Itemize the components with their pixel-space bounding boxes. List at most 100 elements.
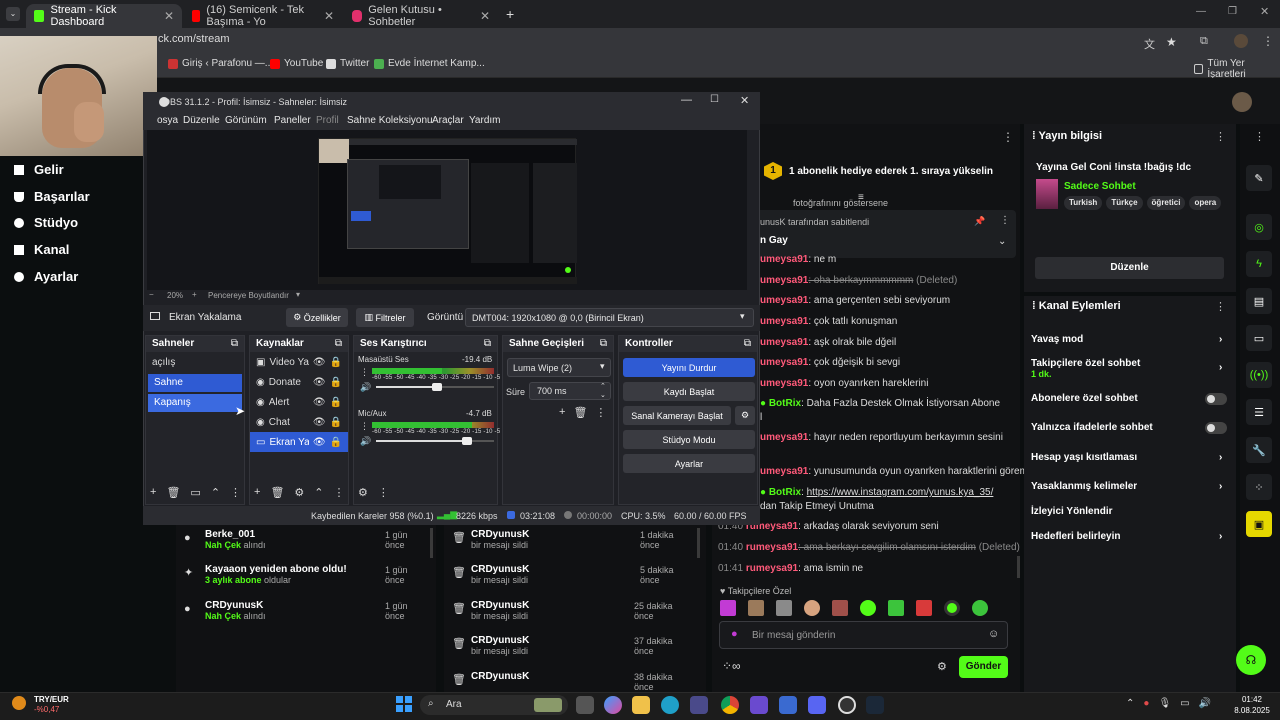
close-window-icon[interactable]: ✕ xyxy=(1260,5,1269,18)
file-explorer-icon[interactable] xyxy=(632,696,650,714)
settings-button[interactable]: Ayarlar xyxy=(623,454,755,473)
display-select[interactable]: DMT004: 1920x1080 @ 0,0 (Birincil Ekran)… xyxy=(465,308,754,327)
visibility-eye-icon[interactable]: 👁 xyxy=(313,397,326,408)
visibility-eye-icon[interactable]: 👁 xyxy=(313,357,326,368)
lock-icon[interactable]: 🔒 xyxy=(330,417,342,428)
windows-start-icon[interactable] xyxy=(396,696,412,712)
action-account-age[interactable]: Hesap yaşı kısıtlaması › xyxy=(1031,452,1227,463)
activity-scrollbar[interactable] xyxy=(430,528,433,558)
store-icon[interactable] xyxy=(690,696,708,714)
target-icon[interactable]: ◎ xyxy=(1246,214,1272,240)
menu-tools[interactable]: Araçlar xyxy=(432,115,464,126)
clipboard-icon[interactable]: ▤ xyxy=(1246,288,1272,314)
chat-scrollbar[interactable] xyxy=(1017,556,1020,578)
bookmark-star-icon[interactable]: ★ xyxy=(1166,35,1177,49)
app-blue-icon[interactable] xyxy=(779,696,797,714)
support-button[interactable]: ☊ xyxy=(1236,645,1266,675)
menu-scene-collection[interactable]: Sahne Koleksiyonu xyxy=(347,115,433,126)
mixer-settings-icon[interactable]: ⚙ xyxy=(358,486,368,504)
sidebar-item-gelir[interactable]: Gelir xyxy=(14,162,64,177)
highlight-icon[interactable]: ▣ xyxy=(1246,511,1272,537)
send-button[interactable]: Gönder xyxy=(959,656,1008,678)
emote-icon[interactable] xyxy=(804,600,820,616)
obs-close-icon[interactable]: ✕ xyxy=(740,94,749,107)
tag-chip[interactable]: Turkish xyxy=(1064,196,1103,210)
microphone-icon[interactable]: 🎙 xyxy=(1158,698,1171,712)
extensions-icon[interactable]: ⧉ xyxy=(1200,35,1208,48)
source-item[interactable]: ◉ Donate 👁 🔒 xyxy=(250,372,348,392)
obs-minimize-icon[interactable]: — xyxy=(681,94,692,106)
move-up-icon[interactable]: ⌃ xyxy=(211,486,220,504)
subs-only-toggle[interactable] xyxy=(1205,393,1227,405)
close-tab-icon[interactable]: ✕ xyxy=(164,9,174,23)
wrench-icon[interactable]: 🔧 xyxy=(1246,437,1272,463)
restore-window-icon[interactable]: ❐ xyxy=(1228,6,1237,17)
chat-bubble-icon[interactable]: ▭ xyxy=(1246,325,1272,351)
source-settings-icon[interactable]: ⚙ xyxy=(294,486,304,504)
dock-float-icon[interactable]: ⧉ xyxy=(335,338,342,349)
tab-youtube[interactable]: (16) Semicenk - Tek Başıma - Yo ✕ xyxy=(184,4,342,28)
broadcast-icon[interactable]: ((•)) xyxy=(1246,362,1272,388)
emote-icon[interactable] xyxy=(720,600,736,616)
network-icon[interactable]: ▭ xyxy=(1180,698,1189,712)
dock-float-icon[interactable]: ⧉ xyxy=(484,338,491,349)
channel-menu-icon[interactable]: ⋮ xyxy=(360,421,369,432)
virtualcam-settings-button[interactable]: ⚙ xyxy=(735,406,755,425)
action-followers-only[interactable]: Takipçilere özel sohbet 1 dk. › xyxy=(1031,358,1227,379)
filters-button[interactable]: ▥ Filtreler xyxy=(356,308,414,327)
bookmark-parafonu[interactable]: Giriş ‹ Parafonu —... xyxy=(168,58,273,69)
action-raid[interactable]: İzleyici Yönlendir xyxy=(1031,506,1227,517)
zoom-in-icon[interactable]: + xyxy=(192,290,197,299)
duration-spinbox[interactable]: 700 ms ⌃ ⌄ xyxy=(529,382,611,400)
emote-icon[interactable] xyxy=(888,600,904,616)
close-tab-icon[interactable]: ✕ xyxy=(480,9,490,23)
source-item[interactable]: ◉ Chat 👁 🔒 xyxy=(250,412,348,432)
tray-chevron-icon[interactable]: ⌃ xyxy=(1126,698,1134,712)
chat-user[interactable]: umeysa91 xyxy=(760,316,808,327)
dock-float-icon[interactable]: ⧉ xyxy=(231,338,238,349)
drag-handle-icon[interactable]: ⁞ xyxy=(1032,130,1036,142)
points-icon[interactable]: ⁘∞ xyxy=(722,659,741,673)
lock-icon[interactable]: 🔒 xyxy=(330,357,342,368)
chat-settings-icon[interactable]: ⚙ xyxy=(937,660,947,673)
obs-maximize-icon[interactable]: ☐ xyxy=(710,94,719,105)
stream-info-menu-icon[interactable]: ⋮ xyxy=(1215,130,1226,143)
speaker-icon[interactable]: 🔊 xyxy=(360,436,371,447)
properties-button[interactable]: ⚙ Özellikler xyxy=(286,308,348,327)
copilot-icon[interactable] xyxy=(604,696,622,714)
sidebar-item-basarilar[interactable]: Başarılar xyxy=(14,189,90,204)
delete-scene-icon[interactable]: 🗑 xyxy=(166,486,180,504)
visibility-eye-icon[interactable]: 👁 xyxy=(313,437,326,448)
menu-profile[interactable]: Profil xyxy=(316,115,339,126)
start-recording-button[interactable]: Kaydı Başlat xyxy=(623,382,755,401)
source-item[interactable]: ▣Video Yak 👁 🔒 xyxy=(250,352,348,372)
start-virtualcam-button[interactable]: Sanal Kamerayı Başlat xyxy=(623,406,731,425)
sidebar-item-studyo[interactable]: Stüdyo xyxy=(14,215,78,230)
tag-chip[interactable]: Türkçe xyxy=(1106,196,1143,210)
emote-only-toggle[interactable] xyxy=(1205,422,1227,434)
close-tab-icon[interactable]: ✕ xyxy=(324,9,334,23)
tag-chip[interactable]: opera xyxy=(1189,196,1222,210)
chat-user[interactable]: umeysa91 xyxy=(760,295,808,306)
taskbar-search[interactable]: ⌕ Ara xyxy=(420,695,568,715)
bot-user[interactable]: BotRix xyxy=(769,398,801,409)
dock-float-icon[interactable]: ⧉ xyxy=(744,338,751,349)
delete-transition-icon[interactable]: 🗑 xyxy=(573,406,587,419)
mixer-menu-icon[interactable]: ⋮ xyxy=(378,486,389,504)
fit-window-label[interactable]: Pencereye Boyutlandır xyxy=(208,291,289,300)
microphone-icon[interactable]: ● xyxy=(731,628,738,640)
chat-user[interactable]: umeysa91 xyxy=(760,378,808,389)
add-scene-icon[interactable]: + xyxy=(150,486,156,504)
action-goals[interactable]: Hedefleri belirleyin › xyxy=(1031,531,1227,542)
edit-stream-button[interactable]: Düzenle xyxy=(1035,257,1224,279)
chat-user[interactable]: umeysa91 xyxy=(760,275,808,286)
edge-icon[interactable] xyxy=(661,696,679,714)
volume-icon[interactable]: 🔊 xyxy=(1199,698,1211,712)
visibility-eye-icon[interactable]: 👁 xyxy=(313,417,326,428)
chat-user[interactable]: umeysa91 xyxy=(760,432,808,443)
add-source-icon[interactable]: + xyxy=(254,486,260,504)
chat-user[interactable]: rumeysa91 xyxy=(746,542,798,553)
chat-menu-icon[interactable]: ⋮ xyxy=(1002,130,1014,144)
chat-user[interactable]: umeysa91 xyxy=(760,337,808,348)
spin-arrows-icon[interactable]: ⌃ ⌄ xyxy=(600,382,606,400)
